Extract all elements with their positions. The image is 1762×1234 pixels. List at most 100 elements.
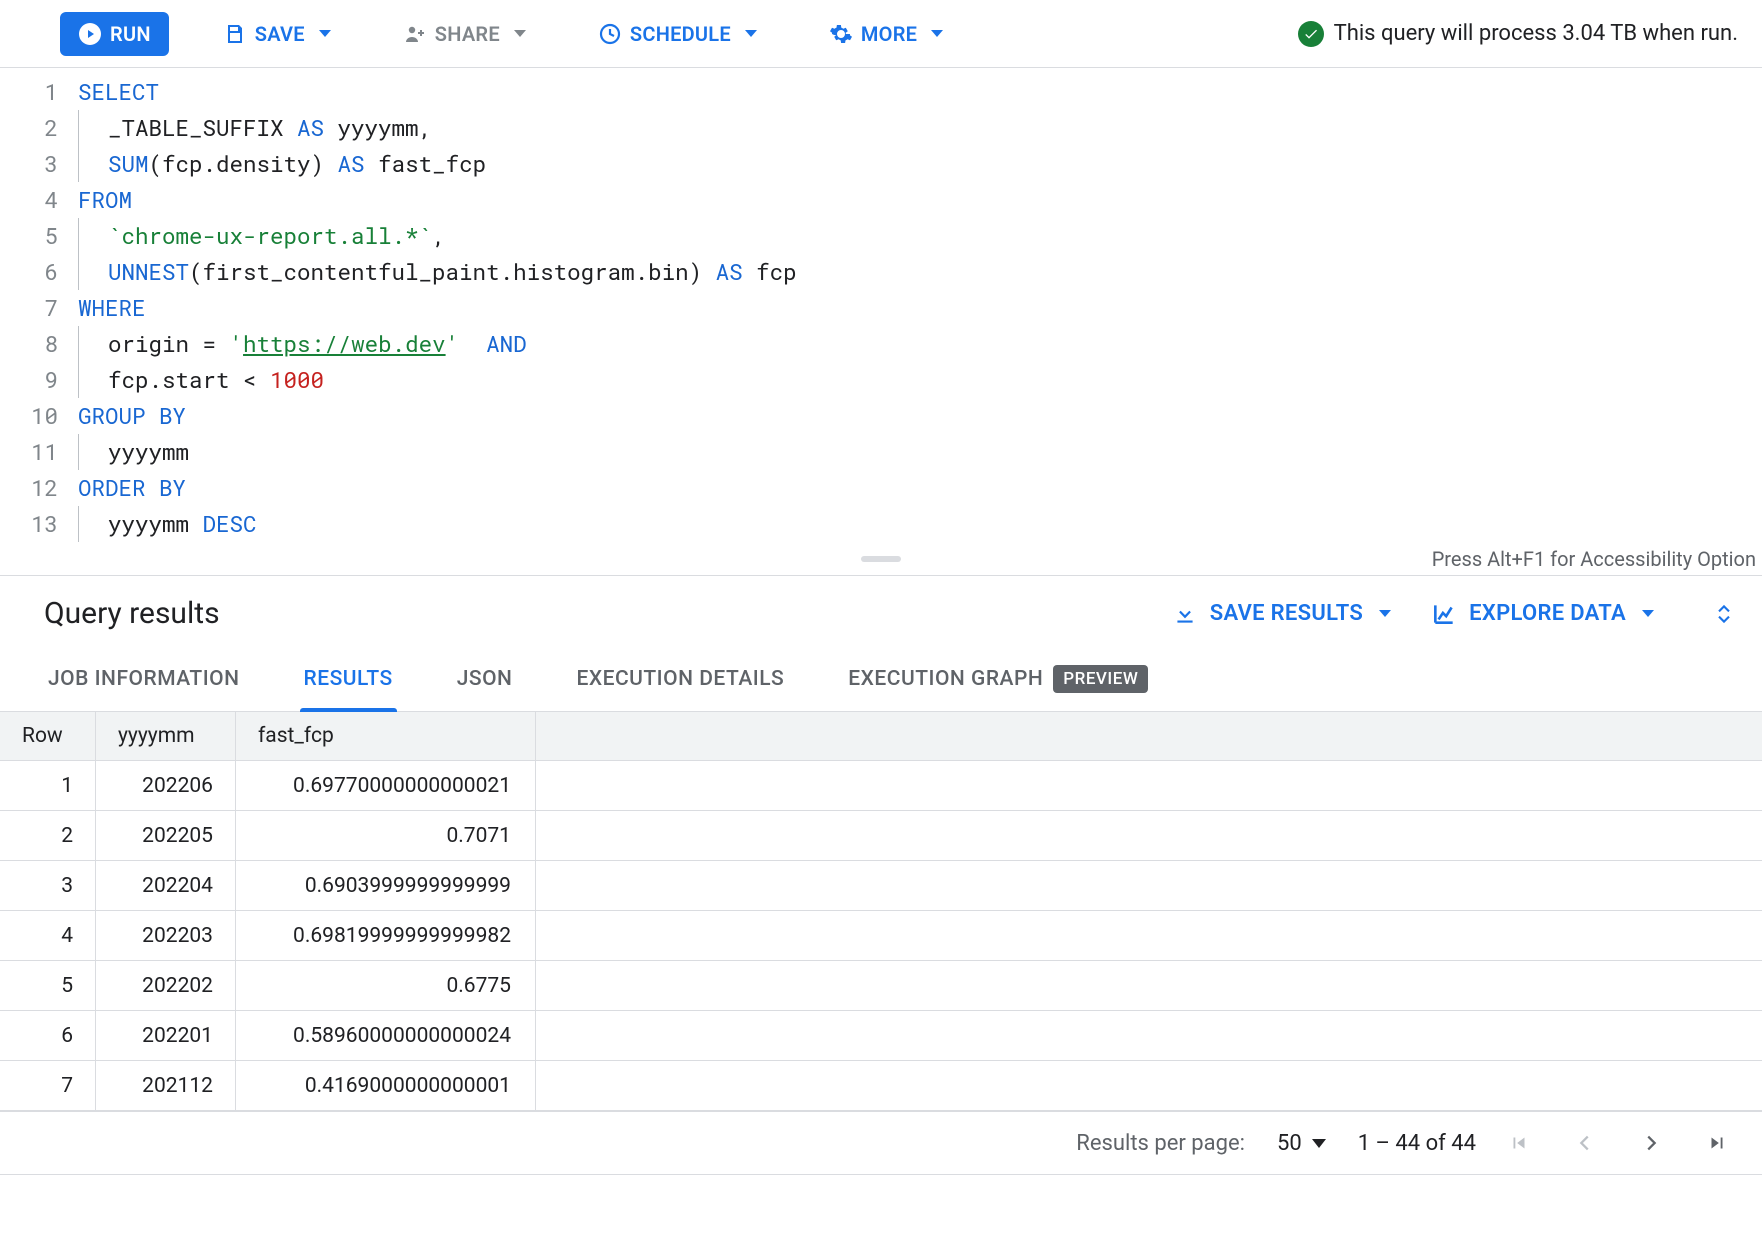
last-page-icon (1706, 1132, 1728, 1154)
chevron-up-icon (1714, 602, 1734, 614)
code-content[interactable]: SELECT_TABLE_SUFFIX AS yyyymm,SUM(fcp.de… (78, 74, 1762, 542)
tab-execution-details[interactable]: EXECUTION DETAILS (572, 651, 788, 711)
tab-results[interactable]: RESULTS (300, 651, 397, 711)
explore-data-button[interactable]: EXPLORE DATA (1431, 601, 1654, 627)
table-row[interactable]: 22022050.7071 (0, 811, 1762, 861)
tab-execution-graph[interactable]: EXECUTION GRAPH PREVIEW (844, 651, 1152, 711)
results-tabs: JOB INFORMATION RESULTS JSON EXECUTION D… (0, 651, 1762, 712)
share-button[interactable]: SHARE (385, 12, 544, 56)
code-line[interactable]: yyyymm DESC (78, 506, 1742, 542)
table-row[interactable]: 52022020.6775 (0, 961, 1762, 1011)
cell-row-number: 3 (0, 861, 96, 910)
first-page-button[interactable] (1508, 1132, 1530, 1154)
results-header: Query results SAVE RESULTS EXPLORE DATA (0, 576, 1762, 651)
line-number: 8 (0, 326, 58, 362)
status-text: This query will process 3.04 TB when run… (1334, 21, 1738, 46)
line-gutter: 12345678910111213 (0, 74, 78, 542)
share-label: SHARE (435, 22, 500, 46)
save-icon (223, 22, 247, 46)
col-fast-fcp[interactable]: fast_fcp (236, 712, 536, 760)
check-circle-icon (1298, 21, 1324, 47)
prev-page-button[interactable] (1574, 1132, 1596, 1154)
indent-guide (78, 434, 108, 470)
expand-button[interactable] (1714, 602, 1734, 626)
line-number: 13 (0, 506, 58, 542)
caret-down-icon (1312, 1139, 1326, 1148)
code-line[interactable]: _TABLE_SUFFIX AS yyyymm, (78, 110, 1742, 146)
code-line[interactable]: fcp.start < 1000 (78, 362, 1742, 398)
query-status: This query will process 3.04 TB when run… (1298, 21, 1738, 47)
schedule-label: SCHEDULE (630, 22, 731, 46)
cell-yyyymm: 202201 (96, 1011, 236, 1060)
editor-footer: Press Alt+F1 for Accessibility Option (0, 542, 1762, 576)
code-line[interactable]: `chrome-ux-report.all.*`, (78, 218, 1742, 254)
cell-row-number: 4 (0, 911, 96, 960)
cell-fast-fcp: 0.6903999999999999 (236, 861, 536, 910)
run-button[interactable]: RUN (60, 12, 169, 56)
cell-fast-fcp: 0.58960000000000024 (236, 1011, 536, 1060)
sql-editor[interactable]: 12345678910111213 SELECT_TABLE_SUFFIX AS… (0, 68, 1762, 542)
indent-guide (78, 326, 108, 362)
table-row[interactable]: 32022040.6903999999999999 (0, 861, 1762, 911)
page-size-label: Results per page: (1076, 1131, 1245, 1156)
code-line[interactable]: yyyymm (78, 434, 1742, 470)
clock-icon (598, 22, 622, 46)
last-page-button[interactable] (1706, 1132, 1728, 1154)
caret-down-icon (514, 30, 526, 37)
cell-row-number: 7 (0, 1061, 96, 1110)
explore-data-label: EXPLORE DATA (1469, 601, 1626, 626)
col-row[interactable]: Row (0, 712, 96, 760)
table-header: Row yyyymm fast_fcp (0, 712, 1762, 761)
gear-icon (829, 22, 853, 46)
page-size-select[interactable]: 50 (1277, 1131, 1326, 1156)
cell-yyyymm: 202204 (96, 861, 236, 910)
code-line[interactable]: UNNEST(first_contentful_paint.histogram.… (78, 254, 1742, 290)
page-size-value: 50 (1277, 1131, 1302, 1156)
tab-json[interactable]: JSON (453, 651, 517, 711)
table-row[interactable]: 42022030.69819999999999982 (0, 911, 1762, 961)
table-row[interactable]: 12022060.69770000000000021 (0, 761, 1762, 811)
schedule-button[interactable]: SCHEDULE (580, 12, 775, 56)
table-row[interactable]: 62022010.58960000000000024 (0, 1011, 1762, 1061)
save-button[interactable]: SAVE (205, 12, 349, 56)
next-page-button[interactable] (1640, 1132, 1662, 1154)
download-icon (1172, 601, 1198, 627)
more-label: MORE (861, 22, 917, 46)
indent-guide (78, 254, 108, 290)
caret-down-icon (319, 30, 331, 37)
indent-guide (78, 506, 108, 542)
save-results-button[interactable]: SAVE RESULTS (1172, 601, 1391, 627)
cell-row-number: 1 (0, 761, 96, 810)
caret-down-icon (931, 30, 943, 37)
code-line[interactable]: GROUP BY (78, 398, 1742, 434)
line-number: 6 (0, 254, 58, 290)
line-number: 2 (0, 110, 58, 146)
line-number: 9 (0, 362, 58, 398)
code-line[interactable]: origin = 'https://web.dev' AND (78, 326, 1742, 362)
table-row[interactable]: 72021120.4169000000000001 (0, 1061, 1762, 1111)
play-circle-icon (78, 22, 102, 46)
cell-yyyymm: 202203 (96, 911, 236, 960)
more-button[interactable]: MORE (811, 12, 961, 56)
code-line[interactable]: SUM(fcp.density) AS fast_fcp (78, 146, 1742, 182)
indent-guide (78, 110, 108, 146)
line-number: 3 (0, 146, 58, 182)
tab-job-information[interactable]: JOB INFORMATION (44, 651, 244, 711)
code-line[interactable]: SELECT (78, 74, 1742, 110)
code-line[interactable]: ORDER BY (78, 470, 1742, 506)
cell-fast-fcp: 0.69819999999999982 (236, 911, 536, 960)
cell-fast-fcp: 0.6775 (236, 961, 536, 1010)
cell-yyyymm: 202202 (96, 961, 236, 1010)
cell-yyyymm: 202205 (96, 811, 236, 860)
preview-badge: PREVIEW (1053, 665, 1148, 693)
code-line[interactable]: WHERE (78, 290, 1742, 326)
results-table: Row yyyymm fast_fcp 12022060.69770000000… (0, 712, 1762, 1111)
drag-handle[interactable] (861, 556, 901, 562)
line-number: 1 (0, 74, 58, 110)
col-yyyymm[interactable]: yyyymm (96, 712, 236, 760)
code-line[interactable]: FROM (78, 182, 1742, 218)
tab-label: EXECUTION GRAPH (848, 667, 1043, 691)
chevron-left-icon (1574, 1132, 1596, 1154)
cell-row-number: 5 (0, 961, 96, 1010)
toolbar: RUN SAVE SHARE SCHEDULE MORE This query … (0, 0, 1762, 68)
